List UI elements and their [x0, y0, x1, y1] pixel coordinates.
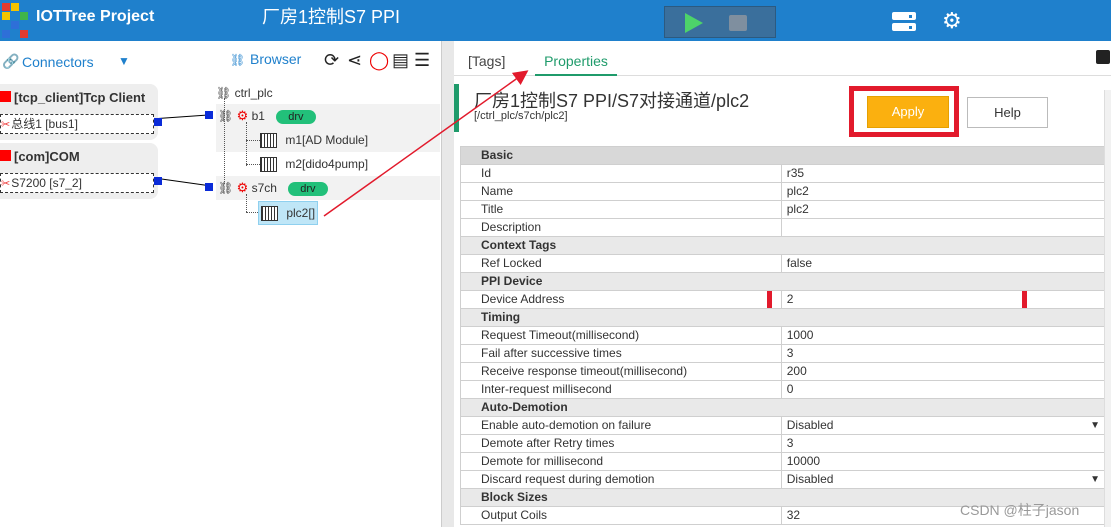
annotation-arrow — [323, 70, 529, 217]
watermark: CSDN @柱子jason — [960, 502, 1080, 518]
